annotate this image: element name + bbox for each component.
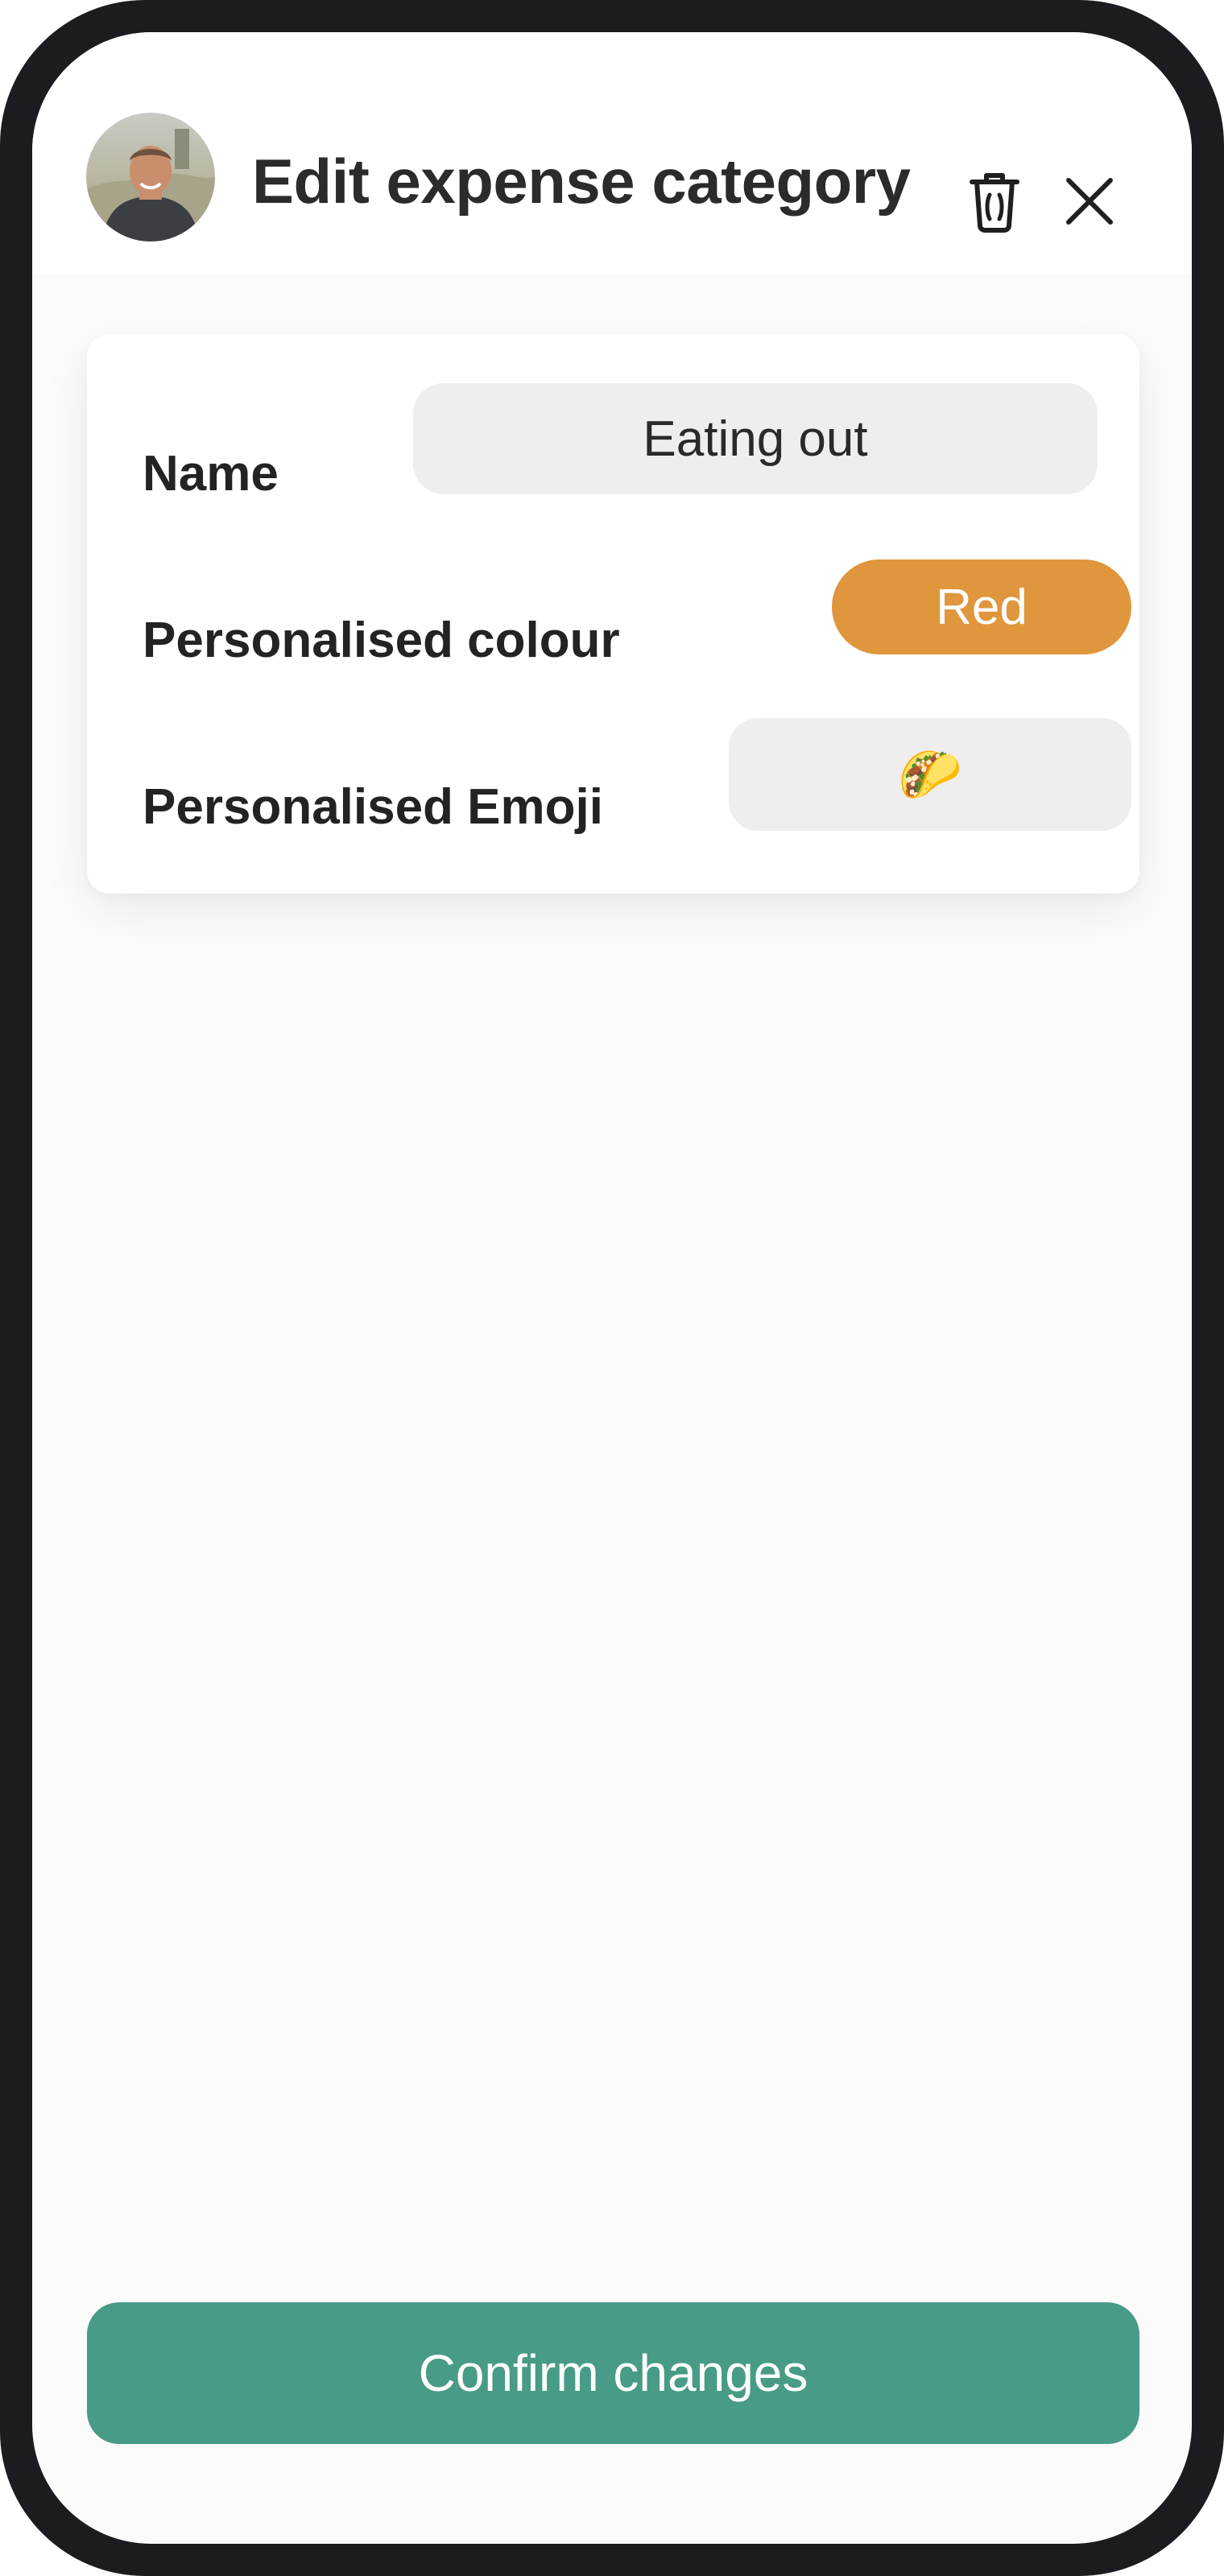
taco-emoji: 🌮: [898, 745, 962, 803]
header: Edit expense category: [32, 32, 1192, 274]
name-label: Name: [143, 446, 279, 502]
delete-button[interactable]: [958, 165, 1031, 237]
category-form-card: Name Personalised colour Red Personalise…: [87, 334, 1139, 894]
avatar[interactable]: [86, 113, 215, 242]
colour-selector-label: Red: [936, 579, 1028, 635]
close-icon: [1066, 178, 1113, 225]
app-screen: Edit expense category Name Personalised: [32, 32, 1192, 2544]
name-input[interactable]: [413, 383, 1098, 494]
emoji-label: Personalised Emoji: [143, 779, 603, 835]
close-button[interactable]: [1053, 165, 1126, 237]
page-title: Edit expense category: [252, 146, 911, 217]
colour-label: Personalised colour: [143, 613, 620, 668]
colour-selector[interactable]: Red: [832, 559, 1131, 654]
confirm-changes-label: Confirm changes: [418, 2344, 808, 2402]
avatar-image: [86, 113, 215, 242]
emoji-selector[interactable]: 🌮: [729, 718, 1131, 831]
confirm-changes-button[interactable]: Confirm changes: [87, 2302, 1139, 2444]
device-frame: Edit expense category Name Personalised: [0, 0, 1224, 2576]
trash-icon: [970, 173, 1019, 233]
